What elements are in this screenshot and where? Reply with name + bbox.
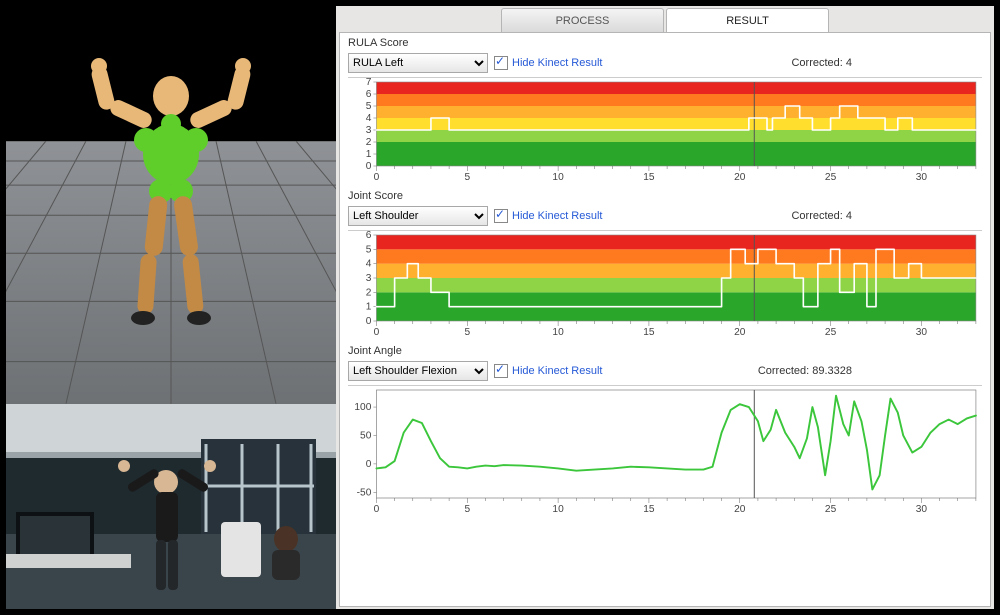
svg-text:2: 2 xyxy=(366,287,372,298)
result-panel: RULA Score RULA LeftRULA Right Hide Kine… xyxy=(339,32,991,607)
svg-text:25: 25 xyxy=(825,504,837,515)
svg-text:0: 0 xyxy=(374,172,380,183)
svg-text:0: 0 xyxy=(366,161,372,172)
left-column xyxy=(6,6,336,609)
svg-text:3: 3 xyxy=(366,125,372,136)
joint-chart[interactable]: 0 1 2 3 4 5 6 0 5 10 15 20 25 30 xyxy=(348,230,982,339)
check-icon xyxy=(494,364,508,378)
angle-hide-checkbox[interactable]: Hide Kinect Result xyxy=(494,364,603,378)
joint-select[interactable]: Left ShoulderRight ShoulderLeft ElbowRig… xyxy=(348,206,488,226)
rula-controls: RULA LeftRULA Right Hide Kinect Result C… xyxy=(348,53,982,73)
svg-text:5: 5 xyxy=(464,327,470,338)
tab-result-label: RESULT xyxy=(726,15,769,27)
svg-text:30: 30 xyxy=(916,327,928,338)
check-icon xyxy=(494,209,508,223)
tab-process[interactable]: PROCESS xyxy=(501,8,664,32)
tab-bar: PROCESS RESULT xyxy=(338,8,992,32)
svg-text:30: 30 xyxy=(916,504,928,515)
rula-corrected: Corrected: 4 xyxy=(791,57,852,69)
svg-text:30: 30 xyxy=(916,172,928,183)
svg-text:15: 15 xyxy=(643,172,655,183)
angle-hide-label: Hide Kinect Result xyxy=(512,365,603,377)
svg-text:5: 5 xyxy=(366,101,372,112)
svg-text:5: 5 xyxy=(366,244,372,255)
angle-controls: Left Shoulder FlexionRight Shoulder Flex… xyxy=(348,361,982,381)
svg-text:5: 5 xyxy=(464,172,470,183)
svg-text:0: 0 xyxy=(374,327,380,338)
svg-text:1: 1 xyxy=(366,149,372,160)
svg-text:4: 4 xyxy=(366,259,372,270)
joint-section: Joint Score Left ShoulderRight ShoulderL… xyxy=(348,190,982,339)
angle-chart[interactable]: -50050100051015202530 xyxy=(348,385,982,516)
joint-corrected: Corrected: 4 xyxy=(791,210,852,222)
tab-spacer-left xyxy=(339,8,499,32)
tab-spacer-right xyxy=(831,8,991,32)
svg-text:15: 15 xyxy=(643,327,655,338)
right-panel: PROCESS RESULT RULA Score RULA LeftRULA … xyxy=(336,6,994,609)
svg-text:-50: -50 xyxy=(357,487,372,498)
svg-text:2: 2 xyxy=(366,137,372,148)
svg-text:0: 0 xyxy=(366,316,372,327)
svg-text:20: 20 xyxy=(734,327,746,338)
svg-text:50: 50 xyxy=(360,431,372,442)
joint-title: Joint Score xyxy=(348,190,982,202)
svg-text:0: 0 xyxy=(366,459,372,470)
svg-text:5: 5 xyxy=(464,504,470,515)
avatar-3d xyxy=(51,46,291,376)
app-inner: PROCESS RESULT RULA Score RULA LeftRULA … xyxy=(6,6,994,609)
app-frame: PROCESS RESULT RULA Score RULA LeftRULA … xyxy=(0,0,1000,615)
rula-section: RULA Score RULA LeftRULA Right Hide Kine… xyxy=(348,37,982,184)
rula-select[interactable]: RULA LeftRULA Right xyxy=(348,53,488,73)
skeleton-3d-view[interactable] xyxy=(6,6,336,404)
svg-text:1: 1 xyxy=(366,302,372,313)
svg-text:6: 6 xyxy=(366,231,372,241)
camera-feed xyxy=(6,404,336,609)
svg-text:10: 10 xyxy=(552,172,564,183)
svg-text:10: 10 xyxy=(552,504,564,515)
joint-controls: Left ShoulderRight ShoulderLeft ElbowRig… xyxy=(348,206,982,226)
svg-text:7: 7 xyxy=(366,78,372,88)
angle-select[interactable]: Left Shoulder FlexionRight Shoulder Flex… xyxy=(348,361,488,381)
svg-text:4: 4 xyxy=(366,113,372,124)
svg-text:20: 20 xyxy=(734,504,746,515)
check-icon xyxy=(494,56,508,70)
svg-text:100: 100 xyxy=(354,402,371,413)
svg-text:0: 0 xyxy=(374,504,380,515)
svg-text:20: 20 xyxy=(734,172,746,183)
joint-hide-label: Hide Kinect Result xyxy=(512,210,603,222)
angle-section: Joint Angle Left Shoulder FlexionRight S… xyxy=(348,345,982,516)
svg-text:3: 3 xyxy=(366,273,372,284)
rula-chart[interactable]: 01234567051015202530 xyxy=(348,77,982,184)
svg-text:10: 10 xyxy=(552,327,564,338)
rula-hide-checkbox[interactable]: Hide Kinect Result xyxy=(494,56,603,70)
svg-text:25: 25 xyxy=(825,172,837,183)
svg-text:25: 25 xyxy=(825,327,837,338)
angle-corrected: Corrected: 89.3328 xyxy=(758,365,852,377)
joint-hide-checkbox[interactable]: Hide Kinect Result xyxy=(494,209,603,223)
rula-title: RULA Score xyxy=(348,37,982,49)
tab-process-label: PROCESS xyxy=(556,15,610,27)
svg-text:6: 6 xyxy=(366,89,372,100)
rula-hide-label: Hide Kinect Result xyxy=(512,57,603,69)
tab-result[interactable]: RESULT xyxy=(666,8,829,32)
svg-text:15: 15 xyxy=(643,504,655,515)
angle-title: Joint Angle xyxy=(348,345,982,357)
